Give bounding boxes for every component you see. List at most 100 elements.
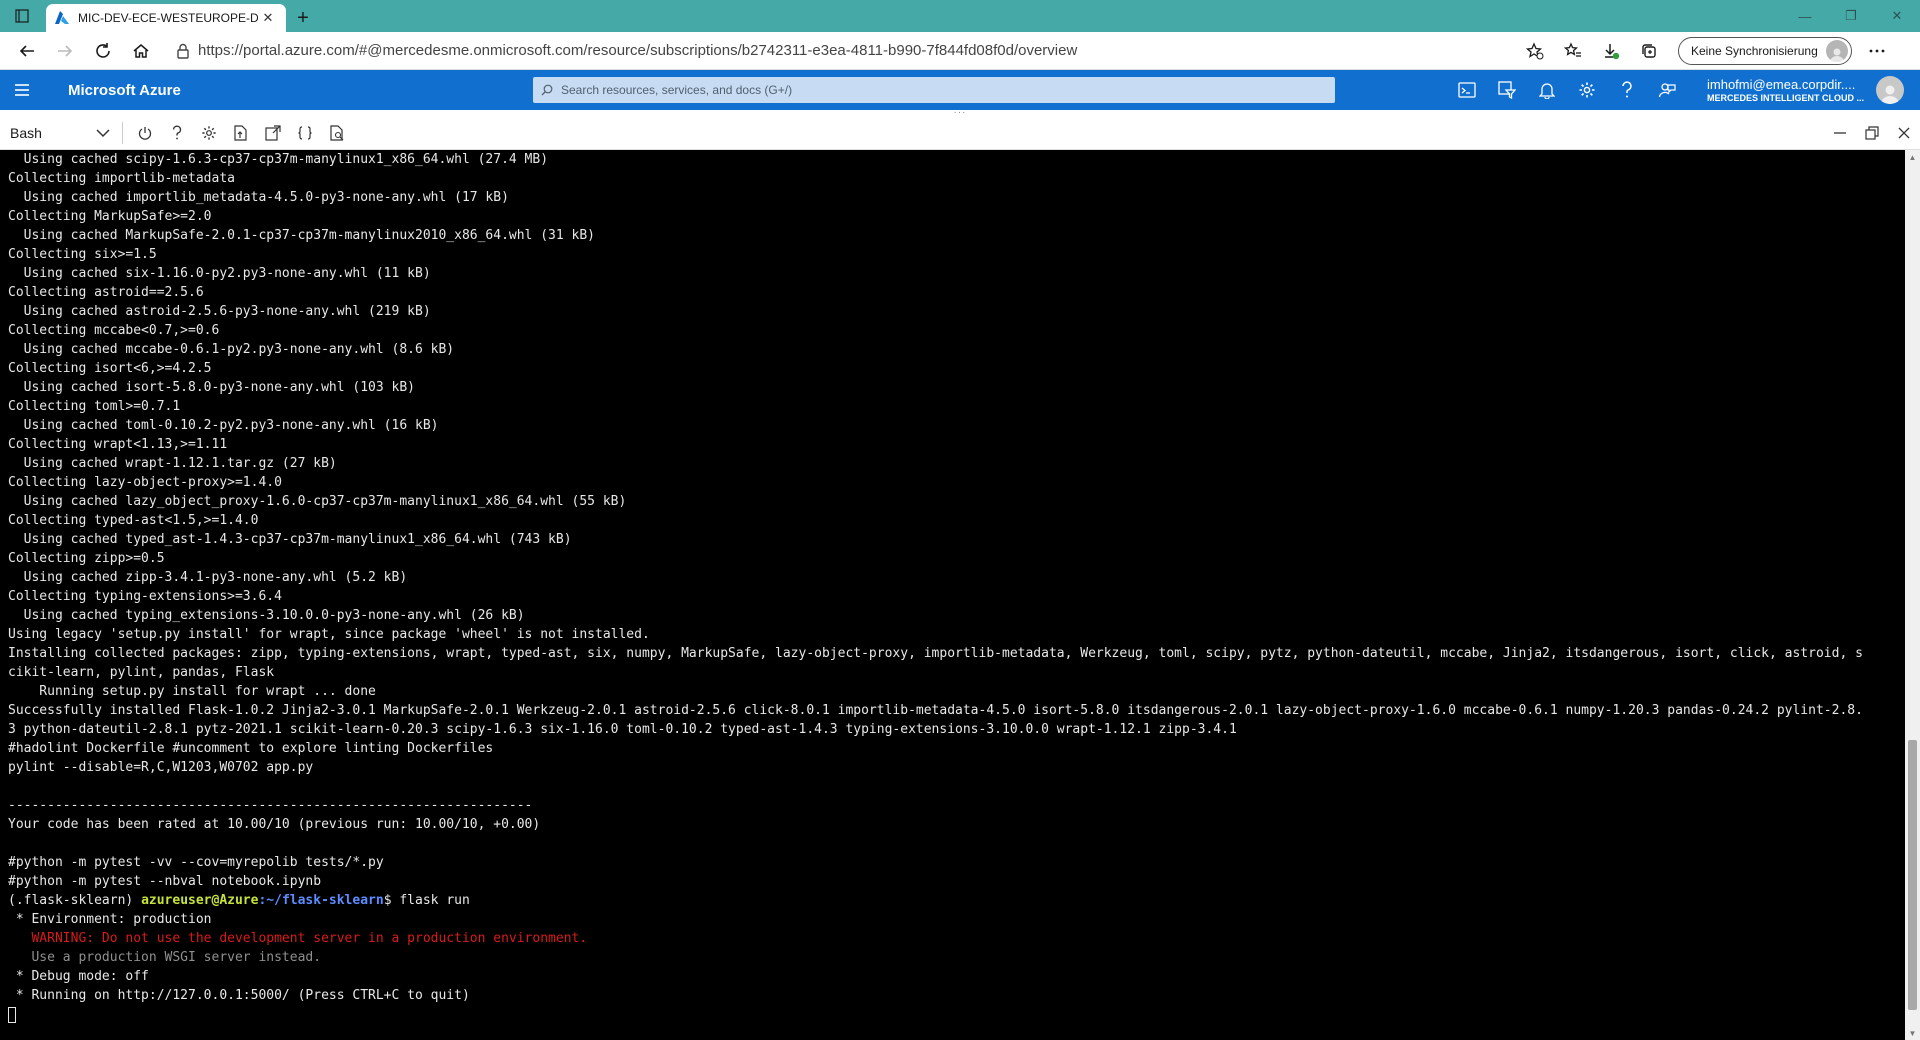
settings-more-button[interactable] — [1858, 34, 1896, 68]
terminal-line: 3 python-dateutil-2.8.1 pytz-2021.1 scik… — [8, 722, 1237, 737]
restore-window-button[interactable]: ❐ — [1828, 0, 1874, 32]
account-avatar[interactable] — [1876, 76, 1905, 104]
global-search-input[interactable]: Search resources, services, and docs (G+… — [533, 77, 1335, 103]
browser-tab-active[interactable]: MIC-DEV-ECE-WESTEUROPE-DD ✕ — [46, 4, 286, 32]
new-tab-button[interactable]: + — [286, 4, 320, 32]
restart-shell-button[interactable] — [129, 118, 161, 148]
web-preview-icon — [330, 124, 344, 141]
terminal-line: Using cached six-1.16.0-py2.py3-none-any… — [8, 266, 431, 281]
user-directory: MERCEDES INTELLIGENT CLOUD ... — [1707, 93, 1865, 103]
terminal-input-line[interactable] — [8, 1005, 1905, 1024]
close-icon — [1898, 127, 1910, 138]
download-icon — [1605, 43, 1620, 59]
shell-type-select[interactable]: Bash — [0, 120, 118, 146]
terminal-line: Using cached importlib_metadata-4.5.0-py… — [8, 190, 509, 205]
url-text[interactable]: https://portal.azure.com/#@mercedesme.on… — [198, 42, 1516, 59]
prompt-command: $ flask run — [383, 893, 470, 908]
close-window-button[interactable]: ✕ — [1874, 0, 1920, 32]
terminal-line: Using cached toml-0.10.2-py2.py3-none-an… — [8, 418, 439, 433]
terminal-line: Collecting astroid==2.5.6 — [8, 285, 204, 300]
terminal-line: Using cached astroid-2.5.6-py3-none-any.… — [8, 304, 431, 319]
terminal-line: Using cached MarkupSafe-2.0.1-cp37-cp37m… — [8, 228, 595, 243]
favorites-list-icon — [1564, 41, 1581, 57]
forward-button[interactable] — [46, 34, 84, 68]
terminal-line: pylint --disable=R,C,W1203,W0702 app.py — [8, 760, 314, 775]
terminal-line: #hadolint Dockerfile #uncomment to explo… — [8, 741, 494, 756]
tab-close-icon[interactable]: ✕ — [258, 10, 278, 26]
web-preview-button[interactable] — [321, 118, 353, 148]
terminal-scrollbar[interactable]: ▲ ▼ — [1905, 150, 1920, 1040]
terminal-line: Use a production WSGI server instead. — [8, 950, 322, 965]
scroll-down-arrow-icon[interactable]: ▼ — [1905, 1026, 1920, 1040]
tab-title: MIC-DEV-ECE-WESTEUROPE-DD — [78, 11, 258, 25]
scroll-up-arrow-icon[interactable]: ▲ — [1905, 150, 1920, 164]
feedback-button[interactable] — [1647, 70, 1687, 110]
power-icon — [138, 126, 152, 140]
open-new-session-button[interactable] — [257, 118, 289, 148]
home-button[interactable] — [122, 34, 160, 68]
terminal-line: Using cached scipy-1.6.3-cp37-cp37m-many… — [8, 152, 549, 167]
bell-icon — [1539, 83, 1555, 99]
terminal-line: Collecting typing-extensions>=3.6.4 — [8, 589, 282, 604]
minimize-window-button[interactable]: — — [1782, 0, 1828, 32]
shell-settings-button[interactable] — [193, 118, 225, 148]
terminal-line: Collecting wrapt<1.13,>=1.11 — [8, 437, 228, 452]
directory-filter-icon — [1498, 81, 1516, 99]
terminal-line: Running setup.py install for wrapt ... d… — [8, 684, 376, 699]
collections-button[interactable] — [1630, 34, 1668, 68]
question-mark-icon — [1622, 81, 1632, 98]
profile-sync-button[interactable]: Keine Synchronisierung — [1678, 36, 1852, 65]
minimize-shell-button[interactable] — [1824, 118, 1856, 148]
terminal-line: Successfully installed Flask-1.0.2 Jinja… — [8, 703, 1863, 718]
terminal-prompt-line: (.flask-sklearn) azureuser@Azure:~/flask… — [8, 891, 1905, 910]
refresh-button[interactable] — [84, 34, 122, 68]
shell-type-value: Bash — [10, 124, 42, 141]
open-editor-button[interactable] — [289, 118, 321, 148]
star-plus-icon — [1526, 41, 1544, 59]
back-button[interactable] — [8, 34, 46, 68]
lock-icon[interactable] — [176, 43, 190, 59]
gear-icon — [1579, 82, 1595, 98]
prompt-user-host: azureuser@Azure — [141, 893, 259, 908]
shell-help-button[interactable] — [161, 118, 193, 148]
close-shell-button[interactable] — [1888, 118, 1920, 148]
tab-actions-icon — [15, 9, 29, 23]
portal-menu-button[interactable] — [0, 70, 44, 110]
terminal-line: Using cached lazy_object_proxy-1.6.0-cp3… — [8, 494, 627, 509]
cloud-shell-button[interactable] — [1447, 70, 1487, 110]
collections-icon — [1642, 43, 1656, 58]
terminal-line: Using cached typing_extensions-3.10.0.0-… — [8, 608, 525, 623]
directory-filter-button[interactable] — [1487, 70, 1527, 110]
upload-download-icon — [234, 124, 247, 141]
terminal-line: Using cached zipp-3.4.1-py3-none-any.whl… — [8, 570, 408, 585]
terminal-line: #python -m pytest -vv --cov=myrepolib te… — [8, 855, 384, 870]
terminal-output[interactable]: Using cached scipy-1.6.3-cp37-cp37m-many… — [0, 150, 1905, 1040]
scrollbar-thumb[interactable] — [1908, 740, 1917, 1010]
terminal-line: Using legacy 'setup.py install' for wrap… — [8, 627, 650, 642]
search-placeholder: Search resources, services, and docs (G+… — [561, 83, 793, 97]
user-silhouette-icon — [1881, 85, 1900, 104]
terminal-line: #python -m pytest --nbval notebook.ipynb — [8, 874, 322, 889]
tab-actions-button[interactable] — [0, 0, 44, 32]
chevron-down-icon — [96, 128, 110, 137]
portal-settings-button[interactable] — [1567, 70, 1607, 110]
flask-output: * Environment: production WARNING: Do no… — [8, 910, 1905, 1005]
notifications-button[interactable] — [1527, 70, 1567, 110]
browser-toolbar: https://portal.azure.com/#@mercedesme.on… — [0, 32, 1920, 70]
warning-line: WARNING: Do not use the development serv… — [8, 931, 588, 946]
downloads-button[interactable] — [1592, 34, 1630, 68]
add-favorite-button[interactable] — [1516, 34, 1554, 68]
terminal-line: * Environment: production — [8, 912, 212, 927]
prompt-venv: (.flask-sklearn) — [8, 893, 142, 908]
browser-extension-icons: Keine Synchronisierung — [1516, 34, 1896, 68]
address-bar[interactable]: https://portal.azure.com/#@mercedesme.on… — [164, 36, 1516, 66]
terminal-line: Using cached typed_ast-1.4.3-cp37-cp37m-… — [8, 532, 572, 547]
azure-brand-title[interactable]: Microsoft Azure — [68, 82, 518, 99]
arrow-right-icon — [58, 44, 73, 57]
upload-download-button[interactable] — [225, 118, 257, 148]
maximize-shell-button[interactable] — [1856, 118, 1888, 148]
favorites-button[interactable] — [1554, 34, 1592, 68]
account-menu[interactable]: imhofmi@emea.corpdir.... MERCEDES INTELL… — [1707, 77, 1864, 103]
help-button[interactable] — [1607, 70, 1647, 110]
